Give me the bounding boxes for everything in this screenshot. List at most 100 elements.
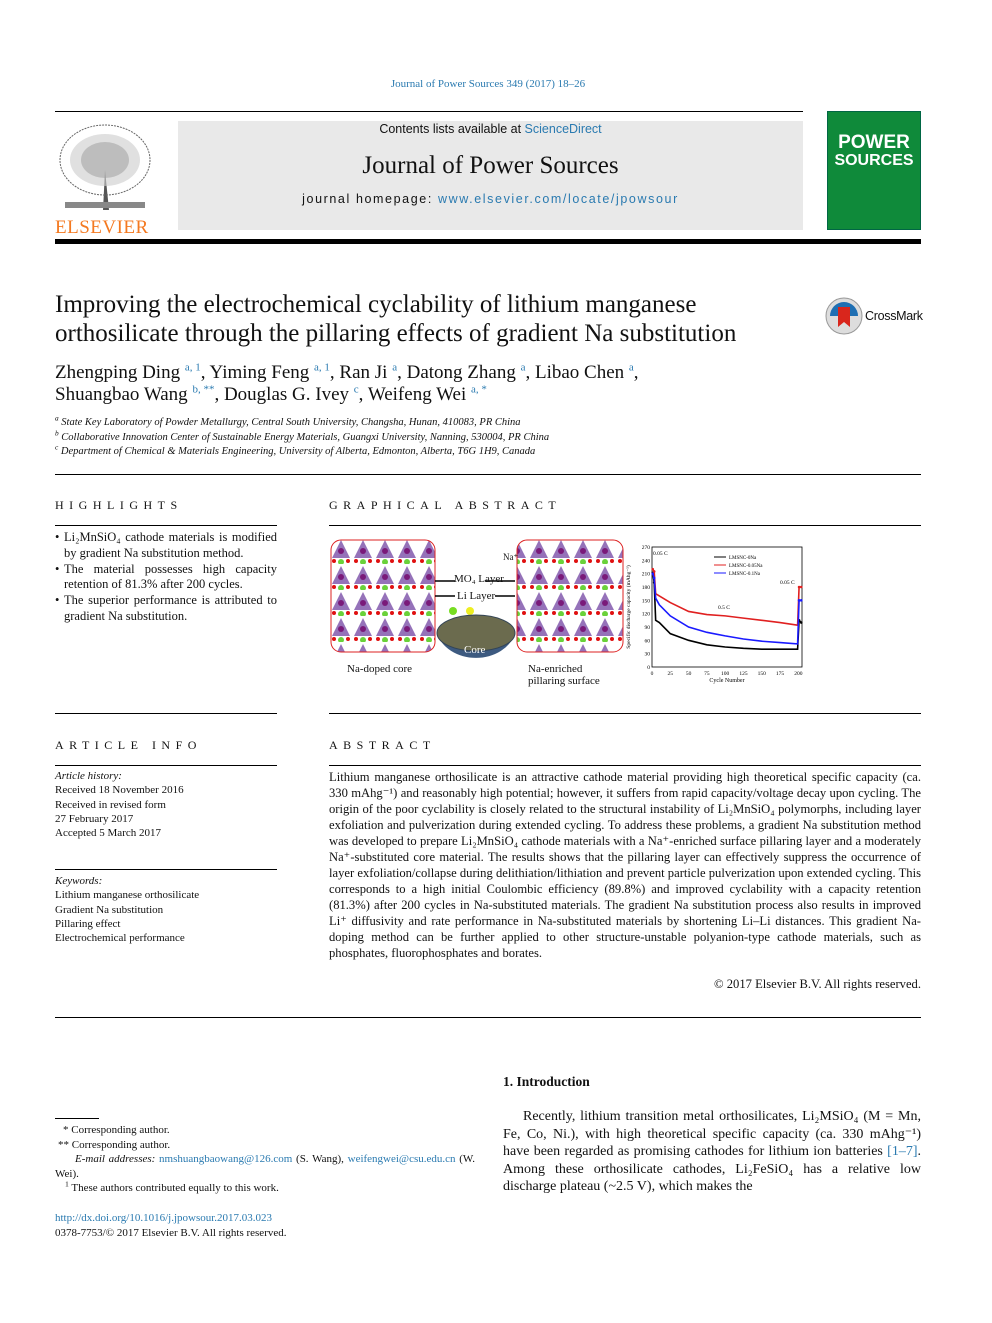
y-tick-label: 150 — [642, 598, 651, 604]
cover-title-1: POWER — [838, 132, 910, 153]
x-tick-label: 50 — [686, 671, 692, 677]
email-owner: (S. Wang), — [296, 1153, 344, 1165]
header-divider — [55, 239, 921, 244]
highlights-heading: HIGHLIGHTS — [55, 498, 183, 512]
article-title: Improving the electrochemical cyclabilit… — [55, 291, 737, 347]
legend-label: LMSNC-0.05Na — [729, 564, 763, 569]
author-name: Yiming Feng — [209, 362, 310, 383]
author[interactable]: Zhengping Ding a, 1 — [55, 362, 201, 383]
citation-link[interactable]: [1–7] — [887, 1144, 917, 1159]
x-tick-label: 200 — [794, 671, 803, 677]
data-point — [799, 585, 803, 589]
author-name: Zhengping Ding — [55, 362, 181, 383]
surface-label: Surface — [457, 674, 491, 686]
affiliation-b: b Collaborative Innovation Center of Sus… — [55, 428, 755, 446]
email-link-wei[interactable]: weifengwei@csu.edu.cn — [348, 1153, 456, 1165]
x-tick-label: 25 — [668, 671, 674, 677]
intro-text-a: Recently, lithium transition metal ortho… — [503, 1109, 921, 1160]
author-affiliation-mark[interactable]: a, * — [471, 384, 487, 396]
journal-reference[interactable]: Journal of Power Sources 349 (2017) 18–2… — [0, 78, 976, 90]
keyword: Pillaring effect — [55, 917, 121, 930]
keyword: Lithium manganese orthosilicate — [55, 889, 200, 902]
author-affiliation-mark[interactable]: b, ** — [192, 384, 214, 396]
author[interactable]: Shuangbao Wang b, ** — [55, 384, 214, 405]
homepage-link[interactable]: www.elsevier.com/locate/jpowsour — [438, 192, 679, 206]
na-enriched-text: Na-enriched — [528, 663, 583, 675]
y-axis-label: Specific discharge capacity (mAhg⁻¹) — [625, 565, 632, 649]
author-name: Shuangbao Wang — [55, 384, 188, 405]
series-line-LMSNC-0.05Na — [652, 568, 802, 627]
footnotes: * Corresponding author. ** Corresponding… — [55, 1123, 475, 1196]
y-tick-label: 240 — [642, 558, 651, 564]
author-affiliation-mark[interactable]: a, 1 — [314, 362, 330, 374]
highlight-item: The superior performance is attributed t… — [55, 593, 277, 625]
x-tick-label: 125 — [739, 671, 748, 677]
journal-cover[interactable]: POWER SOURCES — [827, 111, 921, 230]
x-tick-label: 0 — [651, 671, 654, 677]
affiliation-mark: b — [55, 428, 59, 437]
data-point — [651, 567, 655, 571]
author-name: Weifeng Wei — [367, 384, 467, 405]
annotation: 0.05 C — [780, 580, 795, 586]
author[interactable]: Datong Zhang a — [407, 362, 526, 383]
doi-link[interactable]: http://dx.doi.org/10.1016/j.jpowsour.201… — [55, 1211, 272, 1226]
author[interactable]: Weifeng Wei a, * — [368, 384, 487, 405]
keyword: Gradient Na substitution — [55, 903, 164, 916]
author-affiliation-mark[interactable]: a — [521, 362, 526, 374]
crossmark-icon — [825, 297, 863, 335]
crossmark-badge[interactable]: CrossMark — [825, 297, 923, 335]
issn-copyright: 0378-7753/© 2017 Elsevier B.V. All right… — [55, 1227, 287, 1239]
author-affiliation-mark[interactable]: c — [354, 384, 359, 396]
homepage-prefix: journal homepage: — [302, 192, 438, 206]
history-item: Received 18 November 2016 — [55, 784, 184, 797]
annotation: 0.5 C — [718, 605, 730, 611]
elsevier-logo: ELSEVIER — [55, 120, 155, 238]
contents-line: Contents lists available at ScienceDirec… — [178, 122, 803, 136]
cover-title-2: SOURCES — [834, 152, 914, 169]
affiliation-mark: a — [55, 413, 59, 423]
author-name: Libao Chen — [534, 362, 625, 383]
data-point — [799, 621, 803, 624]
core-label: Core — [464, 644, 486, 656]
annotation: 0.05 C — [653, 551, 668, 557]
contents-prefix: Contents lists available at — [379, 122, 525, 136]
y-tick-label: 120 — [642, 612, 651, 618]
introduction-heading: 1. Introduction — [503, 1074, 590, 1089]
highlight-item: Li₂MnSiO₄ cathode materials is modified … — [55, 530, 277, 562]
affiliation-text: Department of Chemical & Materials Engin… — [60, 446, 536, 457]
homepage-line: journal homepage: www.elsevier.com/locat… — [178, 192, 803, 206]
elsevier-wordmark: ELSEVIER — [55, 217, 149, 238]
affiliation-mark: c — [55, 442, 59, 452]
highlights-list: Li₂MnSiO₄ cathode materials is modified … — [55, 530, 277, 625]
author-affiliation-mark[interactable]: a — [392, 362, 397, 374]
affiliations: a State Key Laboratory of Powder Metallu… — [55, 413, 755, 460]
x-tick-label: 175 — [776, 671, 785, 677]
author[interactable]: Libao Chen a — [535, 362, 634, 383]
y-tick-label: 270 — [642, 545, 651, 551]
x-tick-label: 75 — [704, 671, 710, 677]
author[interactable]: Ran Ji a — [339, 362, 397, 383]
na-doped-core-structure — [330, 539, 436, 653]
keywords-label: Keywords: — [55, 875, 103, 887]
y-tick-label: 60 — [645, 638, 651, 644]
y-tick-label: 210 — [642, 572, 651, 578]
sciencedirect-link[interactable]: ScienceDirect — [525, 122, 602, 136]
series-line-LMSNC-0Na — [651, 572, 802, 651]
y-tick-label: 30 — [645, 652, 651, 658]
footnote-emails: E-mail addresses: nmshuangbaowang@126.co… — [55, 1152, 475, 1181]
author-affiliation-mark[interactable]: a — [629, 362, 634, 374]
author-affiliation-mark[interactable]: a, 1 — [185, 362, 201, 374]
history-item: 27 February 2017 — [55, 812, 134, 825]
email-link-wang[interactable]: nmshuangbaowang@126.com — [159, 1153, 292, 1165]
abstract-heading: ABSTRACT — [329, 738, 436, 752]
author[interactable]: Yiming Feng a, 1 — [210, 362, 330, 383]
history-item: Accepted 5 March 2017 — [55, 827, 161, 840]
affiliation-a: a State Key Laboratory of Powder Metallu… — [55, 413, 755, 431]
tree-icon — [55, 120, 155, 212]
na-enriched-structure — [516, 539, 624, 653]
x-tick-label: 150 — [758, 671, 767, 677]
author[interactable]: Douglas G. Ivey c — [224, 384, 359, 405]
author-name: Ran Ji — [339, 362, 388, 383]
x-tick-label: 100 — [721, 671, 730, 677]
history-label: Article history: — [55, 770, 122, 782]
